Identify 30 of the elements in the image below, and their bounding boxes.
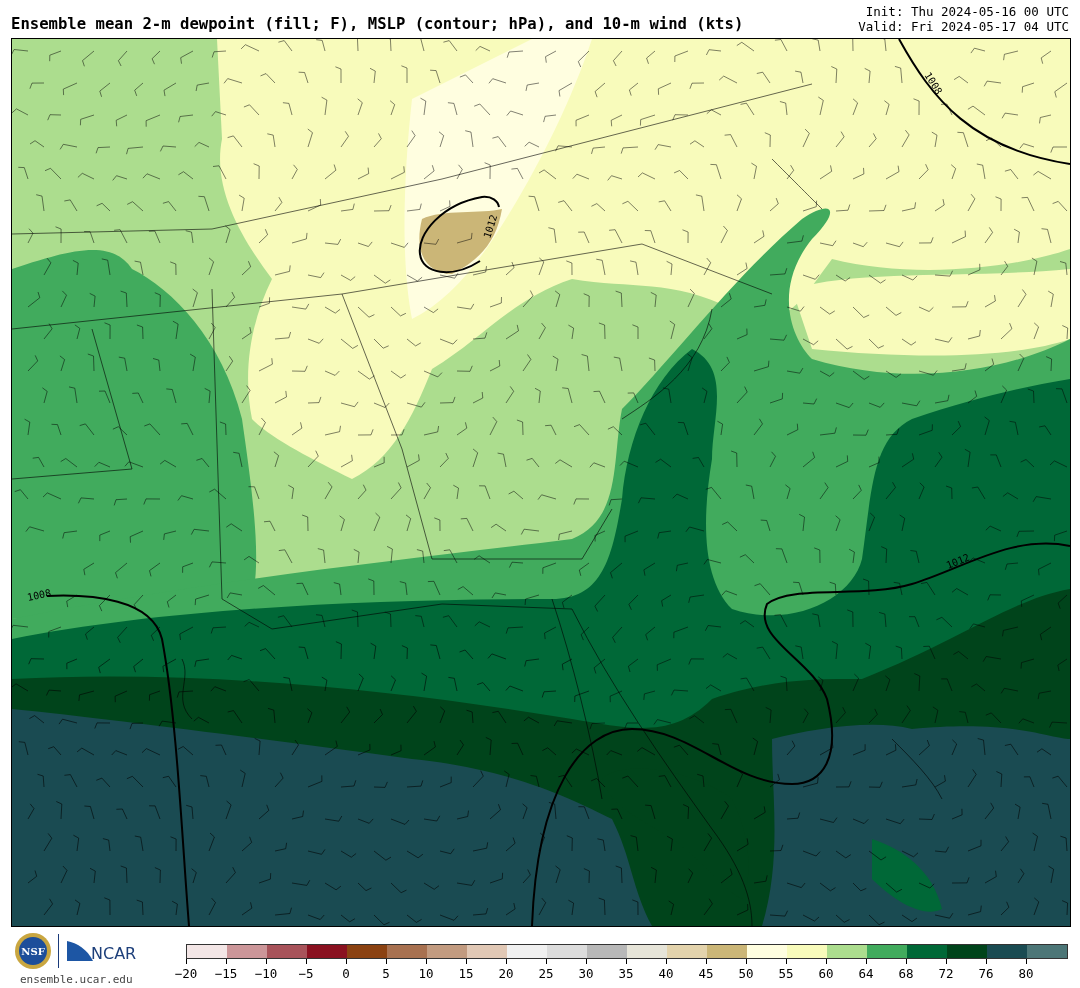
nsf-logo: NSF (14, 932, 52, 970)
colorbar-tick-label: 15 (446, 959, 486, 981)
colorbar-tick-label: 25 (526, 959, 566, 981)
valid-time: Valid: Fri 2024-05-17 04 UTC (858, 19, 1069, 34)
colorbar-tick-label: −10 (246, 959, 286, 981)
colorbar-tick-label: −5 (286, 959, 326, 981)
colorbar-tick-label: −20 (166, 959, 206, 981)
colorbar-tick-label: 35 (606, 959, 646, 981)
colorbar-tick-label: 10 (406, 959, 446, 981)
chart-title: Ensemble mean 2-m dewpoint (fill; F), MSLP (contour; hPa), and 10-m wind (kts) (11, 15, 744, 33)
colorbar-tick-label: −15 (206, 959, 246, 981)
colorbar-tick-label: 0 (326, 959, 366, 981)
colorbar-tick-label: 30 (566, 959, 606, 981)
colorbar-tick-label: 76 (966, 959, 1006, 981)
init-time: Init: Thu 2024-05-16 00 UTC (865, 4, 1069, 19)
colorbar-tick-label: 20 (486, 959, 526, 981)
colorbar-tick-label: 45 (686, 959, 726, 981)
colorbar-tick-label: 60 (806, 959, 846, 981)
colorbar-tick-label: 68 (886, 959, 926, 981)
ncar-logo: NCAR (65, 937, 143, 965)
colorbar-tick-label: 55 (766, 959, 806, 981)
isobar-label: 1012 (481, 213, 500, 240)
colorbar-tick-label: 64 (846, 959, 886, 981)
isobar-label: 1012 (944, 551, 972, 571)
colorbar-tick-label: 40 (646, 959, 686, 981)
colorbar-tick-label: 80 (1006, 959, 1046, 981)
colorbar-tick-label: 72 (926, 959, 966, 981)
colorbar-tick-label: 50 (726, 959, 766, 981)
isobar-label: 1008 (26, 587, 52, 603)
colorbar-tick-label: 5 (366, 959, 406, 981)
